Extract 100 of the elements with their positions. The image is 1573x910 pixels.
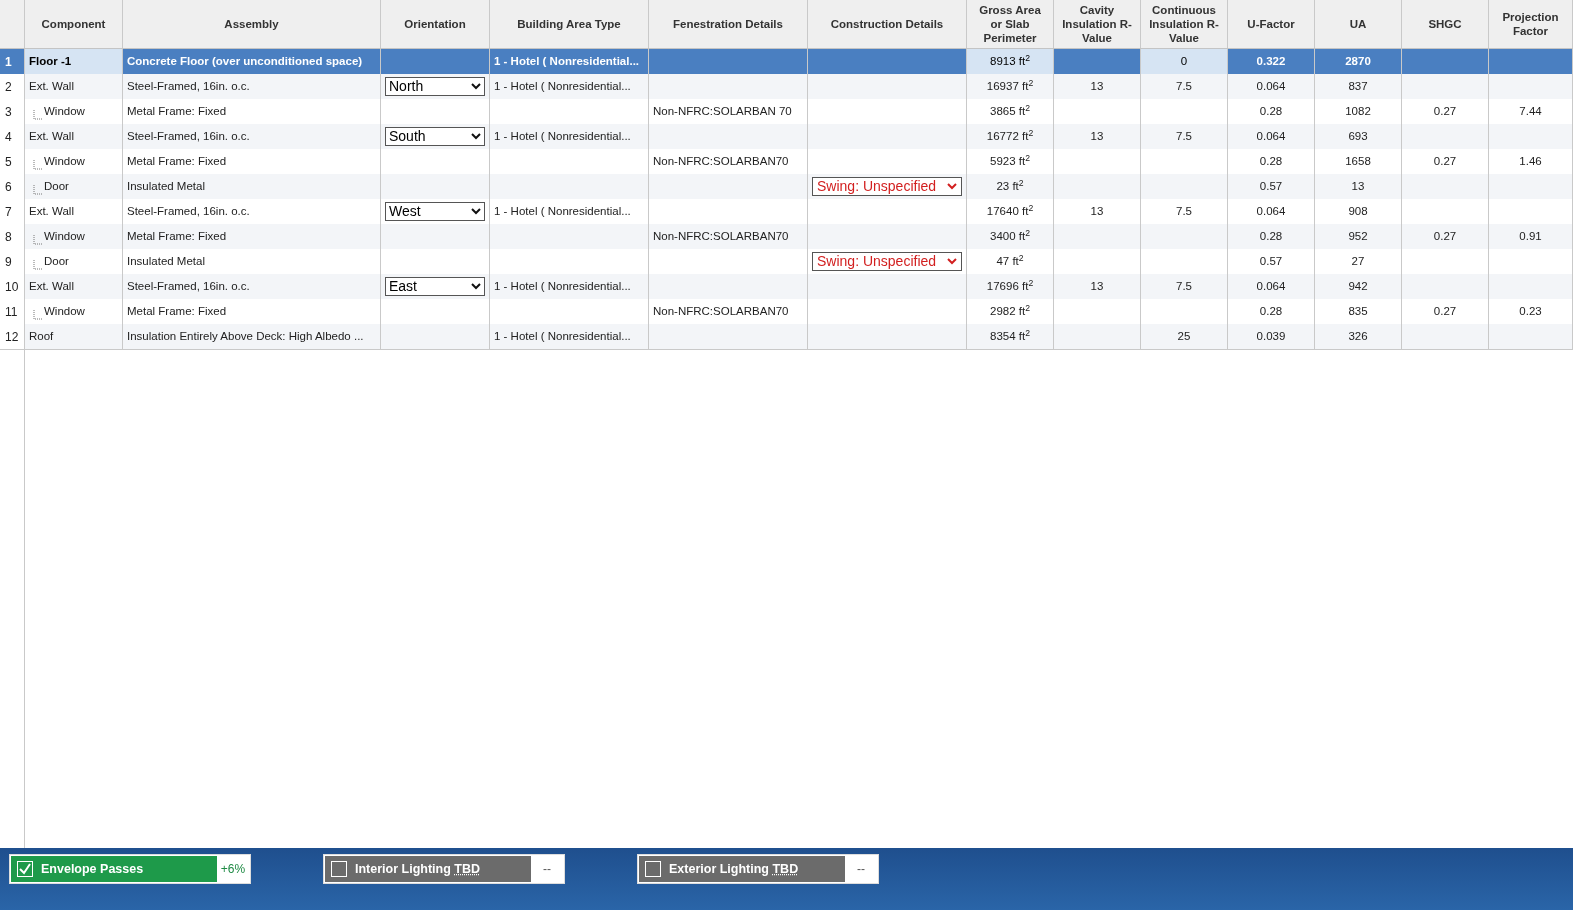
table-cell-text: 1 - Hotel ( Nonresidential...: [494, 78, 631, 94]
checkbox[interactable]: [331, 861, 347, 877]
checkbox[interactable]: [645, 861, 661, 877]
table-cell-text: Insulated Metal: [127, 178, 205, 194]
table-cell-text: 0.28: [1259, 103, 1283, 119]
column-header[interactable]: UA: [1341, 17, 1375, 31]
table-cell-text: 835: [1348, 303, 1368, 319]
column-header[interactable]: SHGC: [1420, 17, 1470, 31]
checkbox[interactable]: [17, 861, 33, 877]
component-name: Window: [29, 302, 85, 321]
table-cell-text: 8913 ft$^{2}$: [990, 52, 1030, 69]
status-value: --: [542, 861, 552, 878]
component-name: Roof: [29, 328, 54, 344]
table-cell-text: 13: [1090, 278, 1104, 294]
table-row[interactable]: 8 Window Metal Frame: Fixed Non-NFRC:SOLARBAN70 3400 ft$^{2}$ 0.28 952 0.27 0.91: [0, 224, 1573, 249]
component-name: Ext. Wall: [29, 203, 74, 219]
row-number: 5: [5, 153, 12, 171]
row-number: 1: [5, 53, 12, 71]
swing-select[interactable]: Swing: Unspecified: [812, 177, 962, 196]
orientation-select[interactable]: West: [385, 202, 485, 221]
tree-connector-icon: [33, 185, 42, 196]
column-header[interactable]: Assembly: [216, 17, 287, 31]
table-cell-text: 16772 ft$^{2}$: [986, 127, 1034, 144]
table-cell-text: Concrete Floor (over unconditioned space): [127, 53, 363, 69]
table-cell-text: 837: [1348, 78, 1368, 94]
table-cell-text: 0.57: [1259, 178, 1283, 194]
table-cell-text: 0.28: [1259, 153, 1283, 169]
table-cell-text: 0: [1180, 53, 1188, 69]
table-cell-text: 3865 ft$^{2}$: [990, 102, 1030, 119]
column-header[interactable]: Construction Details: [822, 17, 952, 31]
column-header[interactable]: Continuous Insulation R-Value: [1141, 3, 1227, 45]
table-cell-text: 1 - Hotel ( Nonresidential...: [494, 328, 631, 344]
status-indicator[interactable]: Exterior Lighting TBD --: [637, 854, 879, 884]
table-row[interactable]: 6 Door Insulated Metal Swing: Unspecified 23 ft$^{2}$ 0.57 13: [0, 174, 1573, 199]
tree-connector-icon: [33, 310, 42, 321]
table-cell-text: 27: [1351, 253, 1365, 269]
column-header[interactable]: Cavity Insulation R-Value: [1054, 3, 1140, 45]
component-name: Window: [29, 152, 85, 171]
table-cell-text: 942: [1348, 278, 1368, 294]
status-label: Interior Lighting TBD: [355, 860, 480, 878]
table-cell-text: 13: [1351, 178, 1365, 194]
table-cell-text: 47 ft$^{2}$: [996, 252, 1024, 269]
table-row[interactable]: 12 Roof Insulation Entirely Above Deck: High Albedo ... 1 - Hotel ( Nonresidential... 8354 ft$^{2}$ 25 0.039 326: [0, 324, 1573, 349]
table-cell-text: Steel-Framed, 16in. o.c.: [127, 278, 250, 294]
table-cell-text: 0.27: [1433, 228, 1457, 244]
row-number: 9: [5, 253, 12, 271]
table-cell-text: Metal Frame: Fixed: [127, 153, 227, 169]
table-cell-text: 8354 ft$^{2}$: [990, 327, 1030, 344]
column-header[interactable]: Gross Area or Slab Perimeter: [967, 3, 1053, 45]
table-cell-text: 693: [1348, 128, 1368, 144]
row-number: 8: [5, 228, 12, 246]
orientation-select[interactable]: South: [385, 127, 485, 146]
tree-connector-icon: [33, 160, 42, 171]
orientation-select[interactable]: East: [385, 277, 485, 296]
table-cell-text: 13: [1090, 78, 1104, 94]
status-indicator[interactable]: Interior Lighting TBD --: [323, 854, 565, 884]
row-number: 3: [5, 103, 12, 121]
component-name: Door: [29, 177, 69, 196]
component-name: Floor -1: [29, 53, 72, 69]
status-indicator[interactable]: Envelope Passes +6%: [9, 854, 251, 884]
table-cell-text: 0.27: [1433, 153, 1457, 169]
table-cell-text: 0.039: [1256, 328, 1286, 344]
column-header[interactable]: U-Factor: [1239, 17, 1303, 31]
orientation-select[interactable]: North: [385, 77, 485, 96]
row-number: 6: [5, 178, 12, 196]
table-cell-text: 952: [1348, 228, 1368, 244]
table-cell-text: 16937 ft$^{2}$: [986, 77, 1034, 94]
column-header[interactable]: Projection Factor: [1489, 10, 1572, 38]
table-cell-text: 0.27: [1433, 103, 1457, 119]
column-header[interactable]: Fenestration Details: [665, 17, 791, 31]
status-label: Exterior Lighting TBD: [669, 860, 799, 878]
row-number: 11: [5, 303, 18, 321]
column-header[interactable]: Building Area Type: [509, 17, 629, 31]
component-name: Ext. Wall: [29, 278, 74, 294]
caret-icon: [471, 283, 481, 290]
row-number: 12: [5, 328, 19, 346]
table-cell-text: 7.44: [1519, 103, 1542, 119]
table-cell-text: 0.91: [1519, 228, 1542, 244]
swing-select[interactable]: Swing: Unspecified: [812, 252, 962, 271]
component-name: Window: [29, 102, 85, 121]
column-header[interactable]: Component: [33, 17, 114, 31]
table-row[interactable]: 10 Ext. Wall Steel-Framed, 16in. o.c. East 1 - Hotel ( Nonresidential... 17696 ft$^{2}$ 13 7.5 0.064 942: [0, 274, 1573, 299]
table-cell-text: Steel-Framed, 16in. o.c.: [127, 78, 250, 94]
row-number: 2: [5, 78, 12, 96]
table-cell-text: Non-NFRC:SOLARBAN 70: [653, 103, 792, 119]
table-cell-text: 1 - Hotel ( Nonresidential...: [494, 278, 631, 294]
column-header[interactable]: Orientation: [396, 17, 474, 31]
caret-icon: [471, 83, 481, 90]
table-cell-text: Insulated Metal: [127, 253, 205, 269]
status-value: +6%: [219, 861, 247, 878]
status-value: --: [856, 861, 866, 878]
table-row[interactable]: 2 Ext. Wall Steel-Framed, 16in. o.c. North 1 - Hotel ( Nonresidential... 16937 ft$^{2}$ 13 7.5 0.064 837: [0, 74, 1573, 99]
table-cell-text: 3400 ft$^{2}$: [990, 227, 1030, 244]
caret-icon: [947, 183, 957, 190]
table-cell-text: 1 - Hotel ( Nonresidential...: [494, 53, 640, 69]
table-cell-text: 2982 ft$^{2}$: [990, 302, 1030, 319]
table-row[interactable]: 1 Floor -1 Concrete Floor (over unconditioned space) 1 - Hotel ( Nonresidential... 8913 ft$^{2}$ 0 0.322 2870: [0, 49, 1573, 74]
table-cell-text: 0.28: [1259, 303, 1283, 319]
table-cell-text: Non-NFRC:SOLARBAN70: [653, 228, 789, 244]
table-row[interactable]: 4 Ext. Wall Steel-Framed, 16in. o.c. South 1 - Hotel ( Nonresidential... 16772 ft$^{2}$ 13 7.5 0.064 693: [0, 124, 1573, 149]
